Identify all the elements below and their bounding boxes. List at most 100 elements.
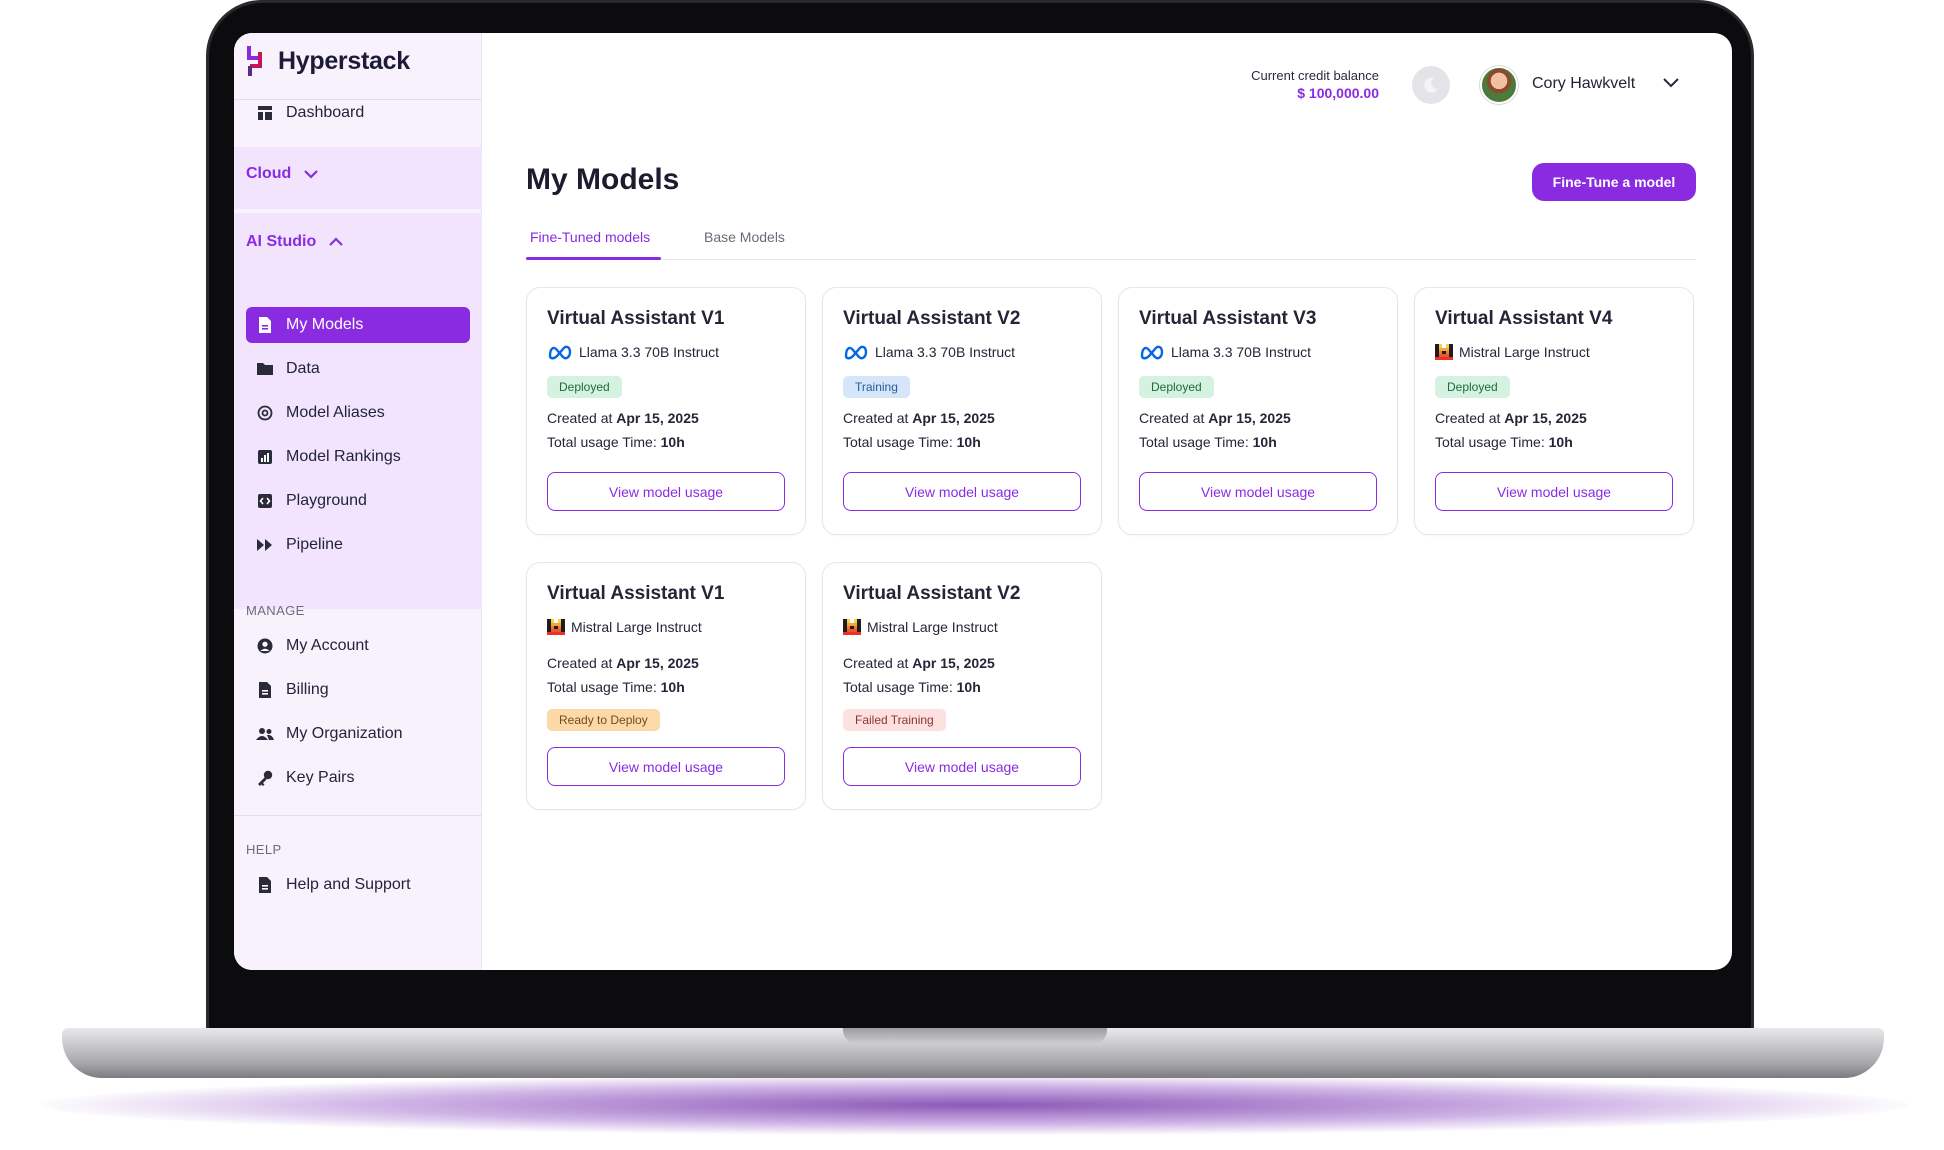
status-badge: Deployed [1139,376,1214,398]
model-card-base-model: Llama 3.3 70B Instruct [843,344,1015,360]
usage-prefix: Total usage Time: [843,679,953,695]
view-model-usage-button[interactable]: View model usage [843,747,1081,786]
model-card[interactable]: Virtual Assistant V1 Llama 3.3 70B Instru… [526,287,806,535]
base-model-name: Mistral Large Instruct [1459,344,1590,360]
sidebar-item-my-account[interactable]: My Account [246,628,470,664]
created-date: Apr 15, 2025 [912,410,995,426]
view-model-usage-button[interactable]: View model usage [547,747,785,786]
mistral-icon [843,619,861,635]
help-document-icon [259,877,271,893]
created-prefix: Created at [843,655,909,671]
model-card-usage: Total usage Time: 10h [843,679,981,695]
sidebar-item-pipeline[interactable]: Pipeline [246,527,470,563]
at-sign-icon [257,405,273,421]
laptop-shadow-glow [40,1075,1910,1135]
tab-fine-tuned-models[interactable]: Fine-Tuned models [530,229,650,245]
usage-value: 10h [956,679,981,695]
created-date: Apr 15, 2025 [912,655,995,671]
dashboard-icon [258,106,272,120]
created-prefix: Created at [1435,410,1501,426]
sidebar-item-label: Help and Support [286,876,411,893]
usage-prefix: Total usage Time: [547,434,657,450]
chevron-up-icon [329,237,343,246]
usage-prefix: Total usage Time: [547,679,657,695]
users-icon [256,728,274,740]
theme-toggle-button[interactable] [1412,66,1450,104]
sidebar-item-data[interactable]: Data [246,351,470,387]
sidebar-item-my-models[interactable]: My Models [246,307,470,343]
sidebar-item-billing[interactable]: Billing [246,672,470,708]
sidebar-item-label: My Organization [286,725,403,742]
model-card[interactable]: Virtual Assistant V4 Mistral Large Instru… [1414,287,1694,535]
model-card[interactable]: Virtual Assistant V2 Mistral Large Instru… [822,562,1102,810]
meta-icon [844,345,868,360]
avatar[interactable] [1480,66,1518,104]
model-card-base-model: Llama 3.3 70B Instruct [1139,344,1311,360]
status-badge: Training [843,376,910,398]
document-icon [259,317,271,333]
tab-base-models[interactable]: Base Models [704,229,785,245]
model-card-base-model: Mistral Large Instruct [843,619,998,635]
usage-value: 10h [1548,434,1573,450]
chevron-down-icon [304,170,319,179]
base-model-name: Mistral Large Instruct [867,619,998,635]
model-card-base-model: Mistral Large Instruct [1435,344,1590,360]
brand-logo[interactable]: Hyperstack [246,41,410,81]
base-model-name: Mistral Large Instruct [571,619,702,635]
sidebar-item-playground[interactable]: Playground [246,483,470,519]
sidebar-item-my-organization[interactable]: My Organization [246,716,470,752]
model-card-title: Virtual Assistant V1 [547,308,725,329]
fine-tune-model-button[interactable]: Fine-Tune a model [1532,163,1696,201]
base-model-name: Llama 3.3 70B Instruct [1171,344,1312,360]
user-circle-icon [257,638,273,654]
model-card-title: Virtual Assistant V1 [547,583,725,604]
base-model-name: Llama 3.3 70B Instruct [875,344,1016,360]
help-group-label: HELP [246,842,282,857]
sidebar-item-label: My Models [286,316,364,333]
view-model-usage-button[interactable]: View model usage [547,472,785,511]
model-card[interactable]: Virtual Assistant V2 Llama 3.3 70B Instru… [822,287,1102,535]
ai-studio-section-label: AI Studio [246,233,317,250]
cloud-section-toggle[interactable]: Cloud [246,159,319,189]
status-badge: Ready to Deploy [547,709,660,731]
created-date: Apr 15, 2025 [616,410,699,426]
base-model-name: Llama 3.3 70B Instruct [579,344,720,360]
model-card[interactable]: Virtual Assistant V3 Llama 3.3 70B Instru… [1118,287,1398,535]
sidebar-item-dashboard[interactable]: Dashboard [246,95,470,131]
created-prefix: Created at [1139,410,1205,426]
view-model-usage-button[interactable]: View model usage [843,472,1081,511]
model-card[interactable]: Virtual Assistant V1 Mistral Large Instru… [526,562,806,810]
active-tab-indicator [526,257,661,260]
model-card-created: Created at Apr 15, 2025 [843,410,995,426]
created-date: Apr 15, 2025 [616,655,699,671]
model-card-usage: Total usage Time: 10h [1435,434,1573,450]
view-model-usage-button[interactable]: View model usage [1435,472,1673,511]
model-card-usage: Total usage Time: 10h [843,434,981,450]
model-card-title: Virtual Assistant V4 [1435,308,1613,329]
fast-forward-icon [257,539,272,551]
sidebar-item-key-pairs[interactable]: Key Pairs [246,760,470,796]
created-prefix: Created at [547,655,613,671]
sidebar-item-model-aliases[interactable]: Model Aliases [246,395,470,431]
chevron-down-icon[interactable] [1662,77,1680,89]
model-card-base-model: Mistral Large Instruct [547,619,702,635]
usage-value: 10h [956,434,981,450]
hyperstack-logo-icon [247,46,262,76]
user-name[interactable]: Cory Hawkvelt [1532,75,1635,93]
invoice-icon [259,682,271,698]
sidebar-item-label: Data [286,360,320,377]
code-icon [258,494,272,508]
credit-balance-label: Current credit balance [1251,68,1379,83]
model-card-usage: Total usage Time: 10h [547,679,685,695]
model-card-title: Virtual Assistant V2 [843,308,1021,329]
sidebar-item-model-rankings[interactable]: Model Rankings [246,439,470,475]
model-card-created: Created at Apr 15, 2025 [843,655,995,671]
meta-icon [548,345,572,360]
model-card-created: Created at Apr 15, 2025 [547,655,699,671]
sidebar-item-label: Billing [286,681,329,698]
sidebar-item-label: My Account [286,637,369,654]
usage-prefix: Total usage Time: [1139,434,1249,450]
ai-studio-section-toggle[interactable]: AI Studio [246,227,344,257]
view-model-usage-button[interactable]: View model usage [1139,472,1377,511]
sidebar-item-help-and-support[interactable]: Help and Support [246,867,470,903]
